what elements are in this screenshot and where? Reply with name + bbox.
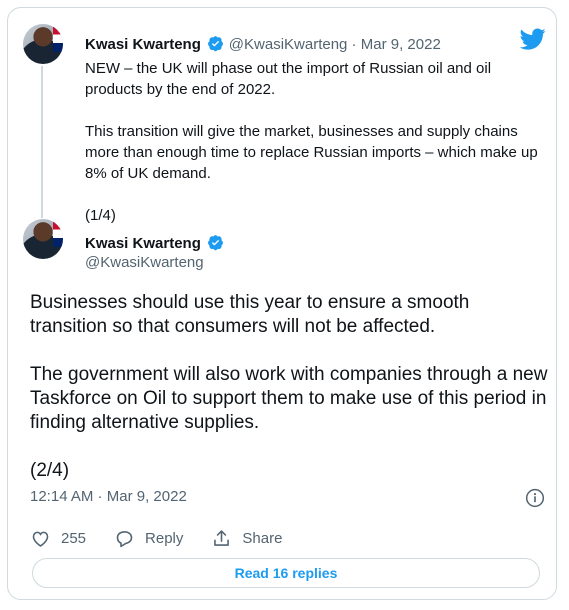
tweet-actions: 255 Reply Share bbox=[30, 528, 282, 549]
author-handle[interactable]: @KwasiKwarteng bbox=[85, 254, 204, 271]
tweet-embed-card: Kwasi Kwarteng @KwasiKwarteng · Mar 9, 2… bbox=[7, 7, 557, 600]
author-handle[interactable]: @KwasiKwarteng bbox=[229, 36, 348, 53]
tweet-paragraph: (1/4) bbox=[85, 207, 116, 224]
author-name[interactable]: Kwasi Kwarteng bbox=[85, 235, 201, 252]
tweet-paragraph: (2/4) bbox=[30, 460, 70, 481]
tweet-paragraph: The government will also work with compa… bbox=[30, 364, 548, 433]
avatar[interactable] bbox=[23, 24, 63, 64]
tweet-timestamp[interactable]: 12:14 AM · Mar 9, 2022 bbox=[30, 488, 187, 505]
main-tweet-text: Businesses should use this year to ensur… bbox=[30, 291, 550, 507]
separator-dot: · bbox=[347, 36, 361, 53]
twitter-logo-icon[interactable] bbox=[518, 26, 548, 52]
parent-tweet-header: Kwasi Kwarteng @KwasiKwarteng · Mar 9, 2… bbox=[85, 35, 441, 54]
tweet-paragraph: NEW – the UK will phase out the import o… bbox=[85, 60, 492, 98]
avatar[interactable] bbox=[23, 219, 63, 259]
share-label: Share bbox=[242, 530, 283, 547]
author-name[interactable]: Kwasi Kwarteng bbox=[85, 36, 201, 53]
tweet-paragraph: Businesses should use this year to ensur… bbox=[30, 292, 470, 337]
tweet-time[interactable]: 12:14 AM bbox=[30, 488, 93, 505]
reply-icon bbox=[116, 531, 133, 548]
reply-label: Reply bbox=[145, 530, 184, 547]
parent-tweet-text: NEW – the UK will phase out the import o… bbox=[85, 58, 550, 247]
reply-button[interactable]: Reply bbox=[114, 528, 183, 549]
verified-badge-icon bbox=[208, 36, 224, 52]
share-button[interactable]: Share bbox=[211, 528, 282, 549]
verified-badge-icon bbox=[208, 235, 224, 251]
tweet-date[interactable]: Mar 9, 2022 bbox=[361, 36, 441, 53]
heart-icon bbox=[32, 531, 49, 547]
share-icon bbox=[214, 530, 230, 546]
thread-connector-line bbox=[41, 66, 43, 218]
like-button[interactable]: 255 bbox=[30, 528, 86, 549]
info-icon[interactable] bbox=[525, 488, 545, 508]
like-count: 255 bbox=[61, 530, 87, 547]
separator-dot: · bbox=[93, 488, 107, 505]
read-replies-button[interactable]: Read 16 replies bbox=[32, 558, 540, 588]
main-tweet-author: Kwasi Kwarteng bbox=[85, 234, 224, 253]
tweet-paragraph: This transition will give the market, bu… bbox=[85, 123, 538, 182]
tweet-date[interactable]: Mar 9, 2022 bbox=[107, 488, 187, 505]
